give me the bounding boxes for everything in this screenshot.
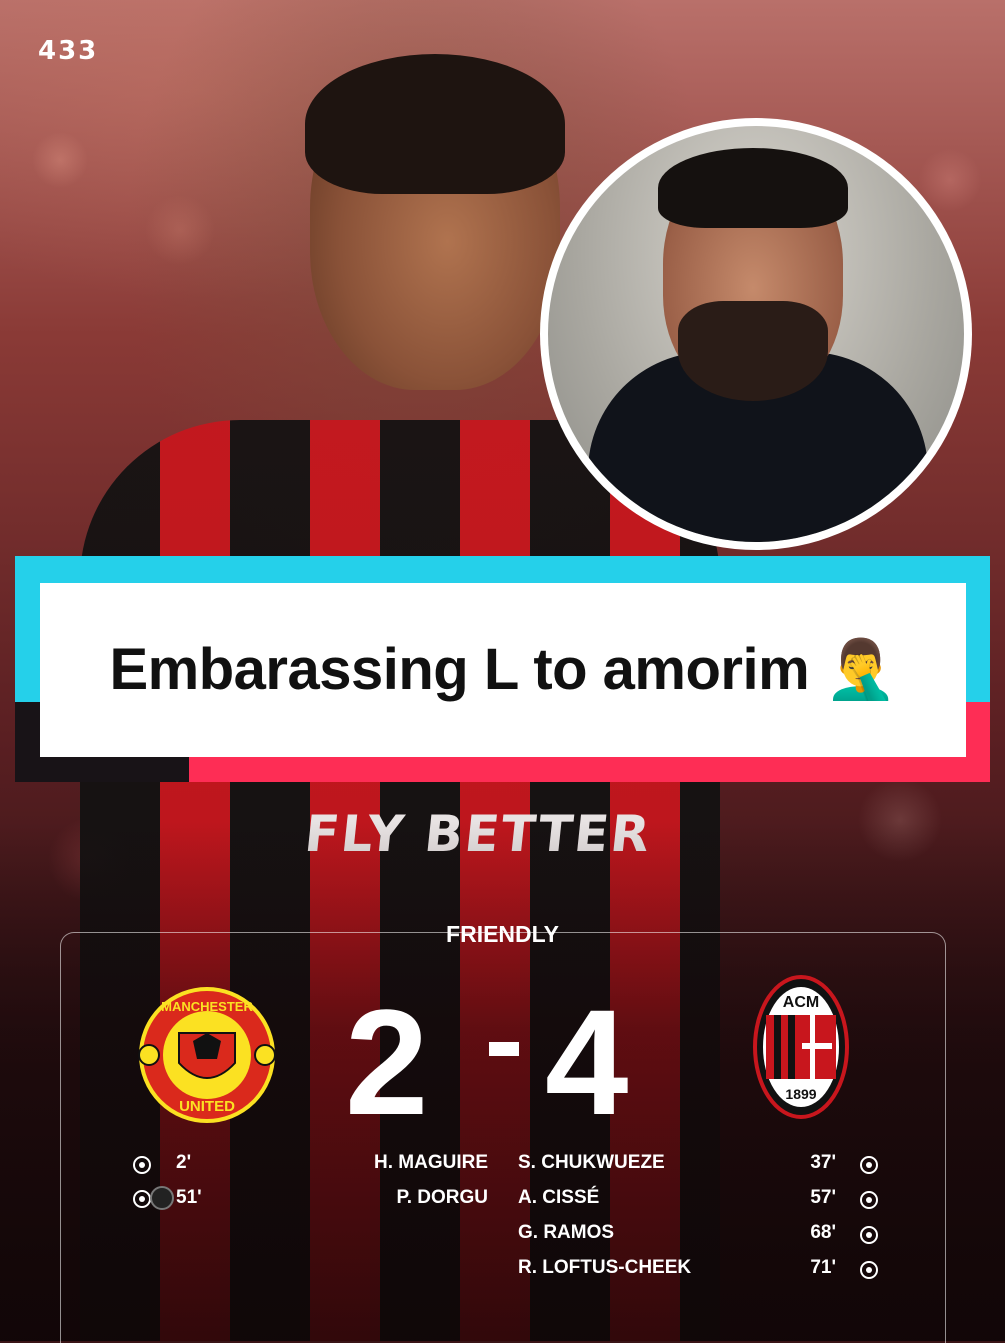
goal-ball-icon [860, 1226, 878, 1244]
goal-ball-icon [860, 1156, 878, 1174]
score-separator [489, 1042, 519, 1056]
crest-text-acm: ACM [783, 994, 819, 1011]
competition-label: FRIENDLY [446, 921, 559, 947]
own-goal-ball-icon [150, 1186, 174, 1210]
away-goal-scorer: G. RAMOS [518, 1222, 615, 1243]
away-goal-minute: 37' [810, 1152, 836, 1173]
crest-text-bottom: UNITED [179, 1098, 235, 1115]
coach-inset-photo [540, 118, 972, 550]
competition-label-wrap: FRIENDLY [0, 921, 1005, 948]
away-goal-scorer: A. CISSÉ [518, 1187, 600, 1208]
coach-beard [678, 301, 828, 401]
goal-ball-icon [133, 1156, 151, 1174]
away-goal-scorer: S. CHUKWUEZE [518, 1152, 665, 1173]
away-goal-scorer: R. LOFTUS-CHEEK [518, 1257, 692, 1278]
goal-ball-icon [860, 1261, 878, 1279]
away-goal-minute: 68' [810, 1222, 836, 1243]
coach-hair [658, 148, 848, 228]
goal-ball-icon [133, 1190, 151, 1208]
away-goal-minute: 71' [810, 1257, 836, 1278]
home-score: 2 [345, 978, 429, 1146]
brand-logo: 433 [38, 36, 99, 66]
home-goal-minute: 2' [176, 1152, 192, 1173]
home-goal-minute: 51' [176, 1187, 202, 1208]
goal-ball-icon [860, 1191, 878, 1209]
crest-text-year: 1899 [785, 1086, 816, 1102]
caption-banner: Embarassing L to amorim 🤦‍♂️ [40, 583, 966, 757]
home-goal-scorer: H. MAGUIRE [374, 1152, 488, 1173]
player-hair [305, 54, 565, 194]
home-goal-scorer: P. DORGU [396, 1187, 488, 1208]
crest-text-top: MANCHESTER [161, 999, 253, 1014]
away-goal-minute: 57' [810, 1187, 836, 1208]
caption-text: Embarassing L to amorim 🤦‍♂️ [109, 637, 897, 702]
manchester-united-crest: MANCHESTER UNITED [138, 987, 276, 1123]
ac-milan-crest: ACM 1899 [753, 975, 849, 1119]
away-score: 4 [545, 978, 629, 1146]
